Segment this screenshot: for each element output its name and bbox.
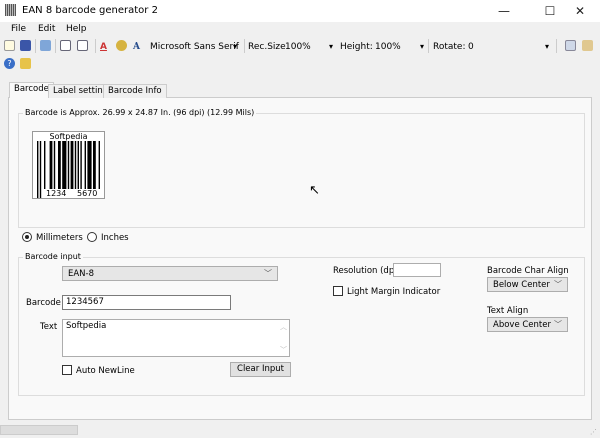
- toolbar-separator: [244, 39, 245, 53]
- scroll-up-icon[interactable]: ︿: [280, 322, 287, 332]
- text-textarea[interactable]: Softpedia ︿ ﹀: [62, 319, 290, 357]
- symbology-value: EAN-8: [68, 269, 95, 279]
- toolbar-separator: [55, 39, 56, 53]
- barcode-left-digits: 1234: [45, 189, 68, 198]
- text-label: Text: [40, 322, 58, 332]
- barcode-bar: [39, 141, 42, 198]
- chevron-down-icon[interactable]: ▾: [233, 42, 237, 51]
- barcode-bar: [77, 141, 79, 189]
- text-value: Softpedia: [66, 321, 107, 331]
- barcode-bar: [80, 141, 82, 189]
- print-preview-icon[interactable]: [60, 40, 71, 51]
- barcode-bar: [37, 141, 39, 198]
- chevron-down-icon: ﹀: [554, 320, 562, 329]
- barcode-bar: [44, 141, 46, 189]
- barcode-bar: [49, 141, 53, 189]
- char-align-select[interactable]: Below Center ﹀: [487, 277, 568, 292]
- tab-barcode-info[interactable]: Barcode Info: [103, 84, 167, 98]
- copy-icon[interactable]: [40, 40, 51, 51]
- font-icon[interactable]: A: [133, 42, 140, 52]
- save-icon[interactable]: [20, 40, 31, 51]
- text-align-value: Above Center: [493, 320, 551, 330]
- menu-help[interactable]: Help: [66, 24, 87, 34]
- lock-icon[interactable]: [20, 58, 31, 69]
- barcode-label: Barcode: [26, 298, 61, 308]
- rec-size-select[interactable]: 100%: [285, 42, 311, 52]
- menu-file[interactable]: File: [11, 24, 26, 34]
- font-color-icon[interactable]: A: [100, 42, 107, 52]
- height-select[interactable]: 100%: [375, 42, 401, 52]
- char-align-label: Barcode Char Align: [487, 266, 569, 276]
- barcode-right-digits: 5670: [76, 189, 99, 198]
- print-icon[interactable]: [77, 40, 88, 51]
- new-icon[interactable]: [4, 40, 15, 51]
- window-title: EAN 8 barcode generator 2: [22, 5, 158, 16]
- millimeters-radio[interactable]: [22, 232, 32, 242]
- light-margin-checkbox[interactable]: [333, 286, 343, 296]
- barcode-bar: [93, 141, 96, 189]
- text-align-select[interactable]: Above Center ﹀: [487, 317, 568, 332]
- barcode-bar: [67, 141, 70, 189]
- menu-edit[interactable]: Edit: [38, 24, 55, 34]
- toolbar-separator: [556, 39, 557, 53]
- horizontal-scrollbar[interactable]: [0, 425, 78, 435]
- text-align-label: Text Align: [487, 306, 529, 316]
- chevron-down-icon[interactable]: ▾: [420, 42, 424, 51]
- clear-input-button[interactable]: Clear Input: [230, 362, 291, 377]
- symbology-select[interactable]: EAN-8 ﹀: [62, 266, 278, 281]
- rec-size-label: Rec.Size: [248, 42, 286, 52]
- auto-newline-label[interactable]: Auto NewLine: [76, 366, 135, 376]
- inches-label[interactable]: Inches: [101, 233, 129, 243]
- app-icon: [5, 4, 16, 16]
- chevron-down-icon: ﹀: [554, 280, 562, 289]
- barcode-input[interactable]: 1234567: [62, 295, 231, 310]
- toolbar-separator: [35, 39, 36, 53]
- barcode-bar: [98, 141, 100, 189]
- font-name-select[interactable]: Microsoft Sans Serif: [150, 42, 239, 52]
- toolbar-separator: [428, 39, 429, 53]
- char-align-value: Below Center: [493, 280, 550, 290]
- scroll-down-icon[interactable]: ﹀: [280, 345, 287, 355]
- inches-radio[interactable]: [87, 232, 97, 242]
- mouse-cursor-icon: ↖: [309, 183, 320, 198]
- barcode-bar: [58, 141, 61, 189]
- home-icon[interactable]: [582, 40, 593, 51]
- resolution-input[interactable]: [393, 263, 441, 277]
- minimize-button[interactable]: —: [484, 0, 524, 22]
- barcode-bar: [53, 141, 56, 189]
- color-palette-icon[interactable]: [116, 40, 127, 51]
- height-label: Height:: [340, 42, 373, 52]
- rotate-select[interactable]: 0: [468, 42, 474, 52]
- barcode-input-group-label: Barcode input: [23, 252, 83, 261]
- barcode-bar: [74, 141, 77, 189]
- barcode-top-text: Softpedia: [49, 132, 88, 141]
- barcode-bar: [70, 141, 74, 189]
- toolbar-separator: [95, 39, 96, 53]
- light-margin-label[interactable]: Light Margin Indicator: [347, 287, 440, 297]
- resolution-label: Resolution (dpi): [333, 266, 400, 276]
- close-button[interactable]: ✕: [560, 0, 600, 22]
- chevron-down-icon[interactable]: ▾: [329, 42, 333, 51]
- resize-grip-icon[interactable]: ⋰: [590, 428, 597, 436]
- help-icon[interactable]: ?: [4, 58, 15, 69]
- chevron-down-icon: ﹀: [264, 269, 272, 278]
- chevron-down-icon[interactable]: ▾: [545, 42, 549, 51]
- barcode-size-info: Barcode is Approx. 26.99 x 24.87 In. (96…: [23, 108, 257, 117]
- millimeters-label[interactable]: Millimeters: [36, 233, 83, 243]
- barcode-bar: [84, 141, 86, 189]
- barcode-preview: Softpedia 1234 5670: [32, 131, 105, 199]
- title-bar: EAN 8 barcode generator 2 — ☐ ✕: [0, 0, 600, 22]
- barcode-bar: [62, 141, 67, 189]
- auto-newline-checkbox[interactable]: [62, 365, 72, 375]
- rotate-label: Rotate:: [433, 42, 466, 52]
- email-icon[interactable]: [565, 40, 576, 51]
- barcode-bar: [87, 141, 92, 189]
